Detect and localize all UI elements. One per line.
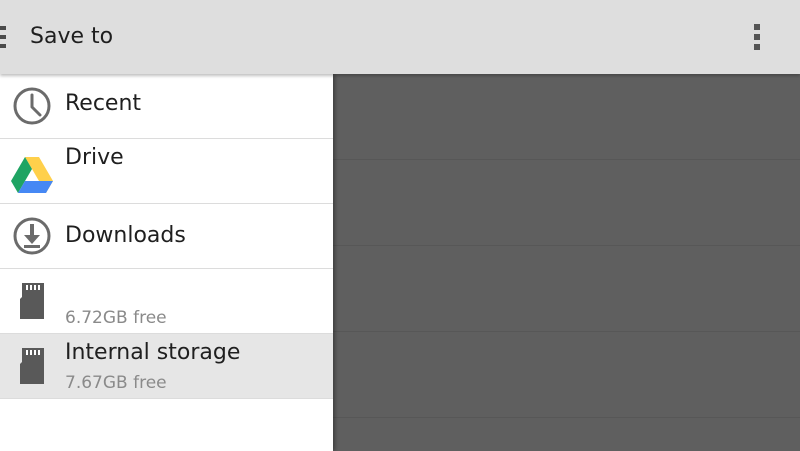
list-divider — [333, 245, 800, 246]
directory-content-dimmed[interactable] — [333, 74, 800, 451]
drawer-toggle-icon[interactable] — [0, 26, 8, 50]
drawer-item-label: Downloads — [65, 223, 186, 248]
drawer-item-label: Drive — [65, 145, 124, 170]
drawer-item-label: Recent — [65, 91, 142, 116]
sd-card-icon — [20, 348, 44, 384]
drawer-item-recent[interactable]: Recent — [0, 74, 333, 139]
drawer-item-summary: 6.72GB free — [65, 308, 167, 328]
drawer-item-label: Internal storage — [65, 340, 241, 365]
page-title: Save to — [30, 24, 114, 49]
drawer-item-downloads[interactable]: Downloads — [0, 204, 333, 269]
list-divider — [333, 331, 800, 332]
list-divider — [333, 159, 800, 160]
list-divider — [333, 417, 800, 418]
drawer-item-sd-card[interactable]: 6.72GB free — [0, 269, 333, 334]
action-bar: Save to — [0, 0, 800, 74]
sd-card-icon — [20, 283, 44, 319]
clock-icon — [13, 87, 51, 125]
drawer-item-internal-storage[interactable]: Internal storage 7.67GB free — [0, 334, 333, 399]
drawer-item-summary: 7.67GB free — [65, 373, 167, 393]
roots-drawer: Recent Drive Downloads 6.72GB free Inter… — [0, 74, 333, 451]
download-icon — [13, 217, 51, 255]
overflow-menu-icon[interactable] — [748, 20, 768, 54]
google-drive-icon — [11, 157, 53, 193]
drawer-item-drive[interactable]: Drive — [0, 139, 333, 204]
save-to-screen: Save to Recent Drive Downloads 6.72GB fr… — [0, 0, 800, 451]
